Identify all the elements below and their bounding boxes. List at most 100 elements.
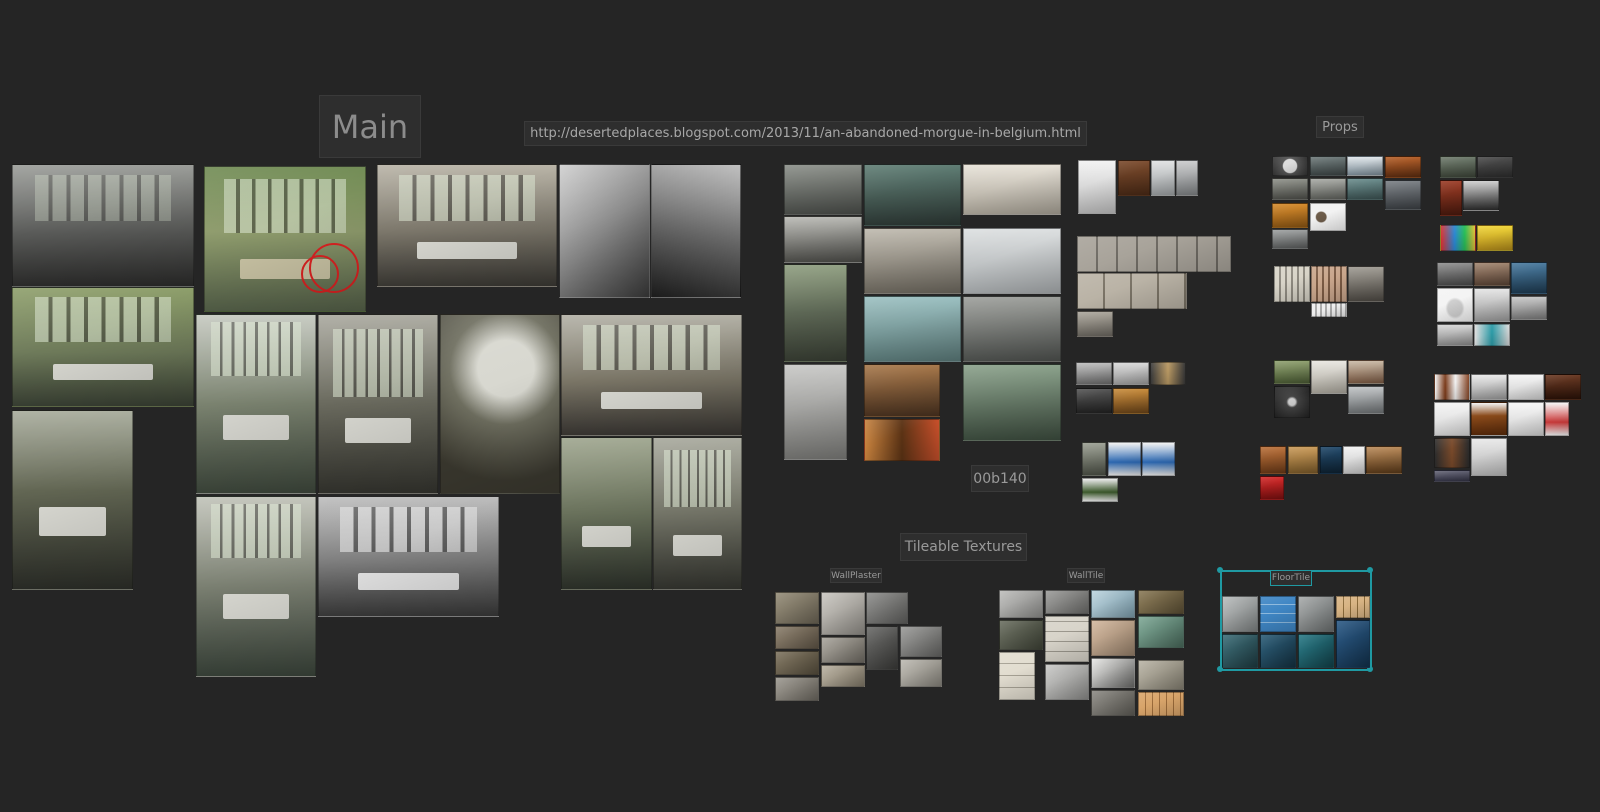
texture-walltile-6[interactable] (1045, 616, 1089, 662)
photo-scale-green[interactable] (1082, 478, 1118, 502)
prop-amber-bottle[interactable] (1471, 402, 1507, 436)
props-label[interactable]: Props (1316, 116, 1364, 138)
texture-walltile-11[interactable] (1091, 658, 1135, 688)
prop-red-cabinet[interactable] (1440, 180, 1462, 216)
texture-walltile-2[interactable] (1045, 590, 1089, 614)
prop-books-1[interactable] (1260, 446, 1286, 474)
prop-book-blue[interactable] (1320, 446, 1342, 474)
photo-lamp-closeup[interactable] (440, 314, 560, 494)
photo-scale-1[interactable] (1082, 442, 1106, 476)
prop-instruments-2[interactable] (1511, 296, 1547, 320)
photo-tool-1[interactable] (1076, 362, 1112, 385)
prop-small-bottle[interactable] (1434, 470, 1470, 482)
photo-door-brown[interactable] (1118, 160, 1150, 196)
photo-mid-room-2[interactable] (864, 164, 961, 226)
texture-walltile-12[interactable] (1138, 660, 1184, 690)
prop-books-stack[interactable] (1366, 446, 1402, 474)
texture-floortile-8[interactable] (1336, 620, 1370, 668)
prop-device[interactable] (1347, 156, 1383, 176)
prop-grey-locker[interactable] (1272, 229, 1308, 249)
texture-plaster-1[interactable] (775, 592, 819, 624)
prop-radiator-2[interactable] (1311, 266, 1347, 302)
prop-scissors[interactable] (1437, 324, 1473, 346)
texture-floortile-6[interactable] (1260, 634, 1296, 668)
prop-goggles[interactable] (1310, 203, 1346, 231)
prop-lab-room[interactable] (1310, 178, 1346, 200)
photo-sink-closeup[interactable] (651, 164, 741, 298)
photo-bottles[interactable] (784, 216, 862, 263)
prop-grey-cabinet[interactable] (1272, 178, 1308, 200)
texture-walltile-9[interactable] (999, 652, 1035, 700)
photo-grey-room[interactable] (963, 296, 1061, 362)
prop-colorful-bins[interactable] (1440, 225, 1476, 251)
texture-walltile-13[interactable] (1091, 690, 1135, 716)
prop-red-label-bottle[interactable] (1545, 402, 1569, 436)
photo-jar[interactable] (864, 419, 940, 461)
photo-cabinet-1[interactable] (1078, 160, 1116, 214)
texture-plaster-7[interactable] (900, 626, 942, 657)
photo-teal-room[interactable] (864, 296, 961, 362)
prop-dark-panel[interactable] (1385, 180, 1421, 210)
photo-green-lab[interactable] (963, 364, 1061, 441)
photo-door-grey[interactable] (1176, 160, 1198, 196)
prop-chemical-bottle[interactable] (1508, 402, 1544, 436)
texture-floortile-7[interactable] (1298, 634, 1334, 668)
photo-mid-room-1[interactable] (784, 164, 862, 215)
prop-white-cabinet[interactable] (1311, 360, 1347, 394)
hash-label[interactable]: 00b140 (971, 465, 1029, 492)
texture-plaster-10[interactable] (900, 659, 942, 687)
source-url-label[interactable]: http://desertedplaces.blogspot.com/2013/… (524, 121, 1087, 146)
photo-skylight-table[interactable] (196, 314, 316, 494)
prop-bottle-clear[interactable] (1508, 374, 1544, 400)
photo-scale-blue-2[interactable] (1142, 442, 1175, 476)
prop-radiator-3[interactable] (1348, 266, 1384, 302)
texture-plaster-6[interactable] (866, 626, 898, 670)
prop-tile-dark[interactable] (1477, 156, 1513, 178)
texture-plaster-4[interactable] (775, 626, 819, 649)
texture-walltile-3[interactable] (1091, 590, 1135, 618)
prop-radiator[interactable] (1274, 266, 1310, 302)
photo-wide-tables[interactable] (561, 314, 742, 436)
prop-bottle-brown-2[interactable] (1545, 374, 1581, 400)
photo-tool-3[interactable] (1150, 362, 1186, 385)
photo-sink-diagonal-tiles[interactable] (559, 164, 650, 298)
prop-clock[interactable] (1272, 156, 1308, 176)
selection-handle-top-right[interactable] (1367, 567, 1373, 573)
prop-white-bottles[interactable] (1471, 438, 1507, 476)
texture-floortile-3[interactable] (1298, 596, 1334, 632)
photo-mid-room-3[interactable] (963, 164, 1061, 215)
prop-radiator-white[interactable] (1311, 303, 1347, 317)
photo-bw-tables[interactable] (318, 496, 499, 617)
prop-instruments[interactable] (1474, 288, 1510, 322)
texture-walltile-5[interactable] (999, 620, 1043, 650)
tileable-textures-label[interactable]: Tileable Textures (900, 533, 1027, 561)
texture-plaster-2[interactable] (821, 592, 865, 635)
photo-tool-4[interactable] (1076, 388, 1112, 414)
prop-books-2[interactable] (1288, 446, 1318, 474)
texture-walltile-8[interactable] (1138, 616, 1184, 648)
texture-plaster-11[interactable] (775, 677, 819, 701)
photo-tool-2[interactable] (1113, 362, 1149, 385)
photo-autopsy-table-lamp[interactable] (12, 410, 133, 590)
prop-bottles-group[interactable] (1434, 438, 1470, 468)
texture-walltile-7[interactable] (1091, 620, 1135, 656)
photo-scale-window[interactable] (12, 164, 194, 287)
prop-tile-green[interactable] (1440, 156, 1476, 178)
texture-plaster-8[interactable] (775, 651, 819, 675)
photo-white-tile-room[interactable] (963, 228, 1061, 294)
prop-book-white[interactable] (1343, 446, 1365, 474)
prop-fan[interactable] (1274, 386, 1310, 418)
prop-jerrycan[interactable] (1434, 402, 1470, 436)
prop-bottle-labels[interactable] (1471, 374, 1507, 400)
photo-surgical-lamp-room[interactable] (377, 164, 557, 287)
texture-plaster-9[interactable] (821, 665, 865, 687)
prop-lab-photo[interactable] (1310, 156, 1346, 176)
photo-skylight-windows[interactable] (318, 314, 438, 494)
wallplaster-label[interactable]: WallPlaster (830, 568, 882, 583)
photo-sink-checker[interactable] (784, 364, 847, 460)
prop-tree-photo[interactable] (1274, 360, 1310, 384)
texture-plaster-3[interactable] (866, 592, 908, 624)
photo-cabinets-row[interactable] (1077, 236, 1231, 272)
prop-locker-red[interactable] (1348, 360, 1384, 384)
prop-bw-photo[interactable] (1463, 180, 1499, 211)
